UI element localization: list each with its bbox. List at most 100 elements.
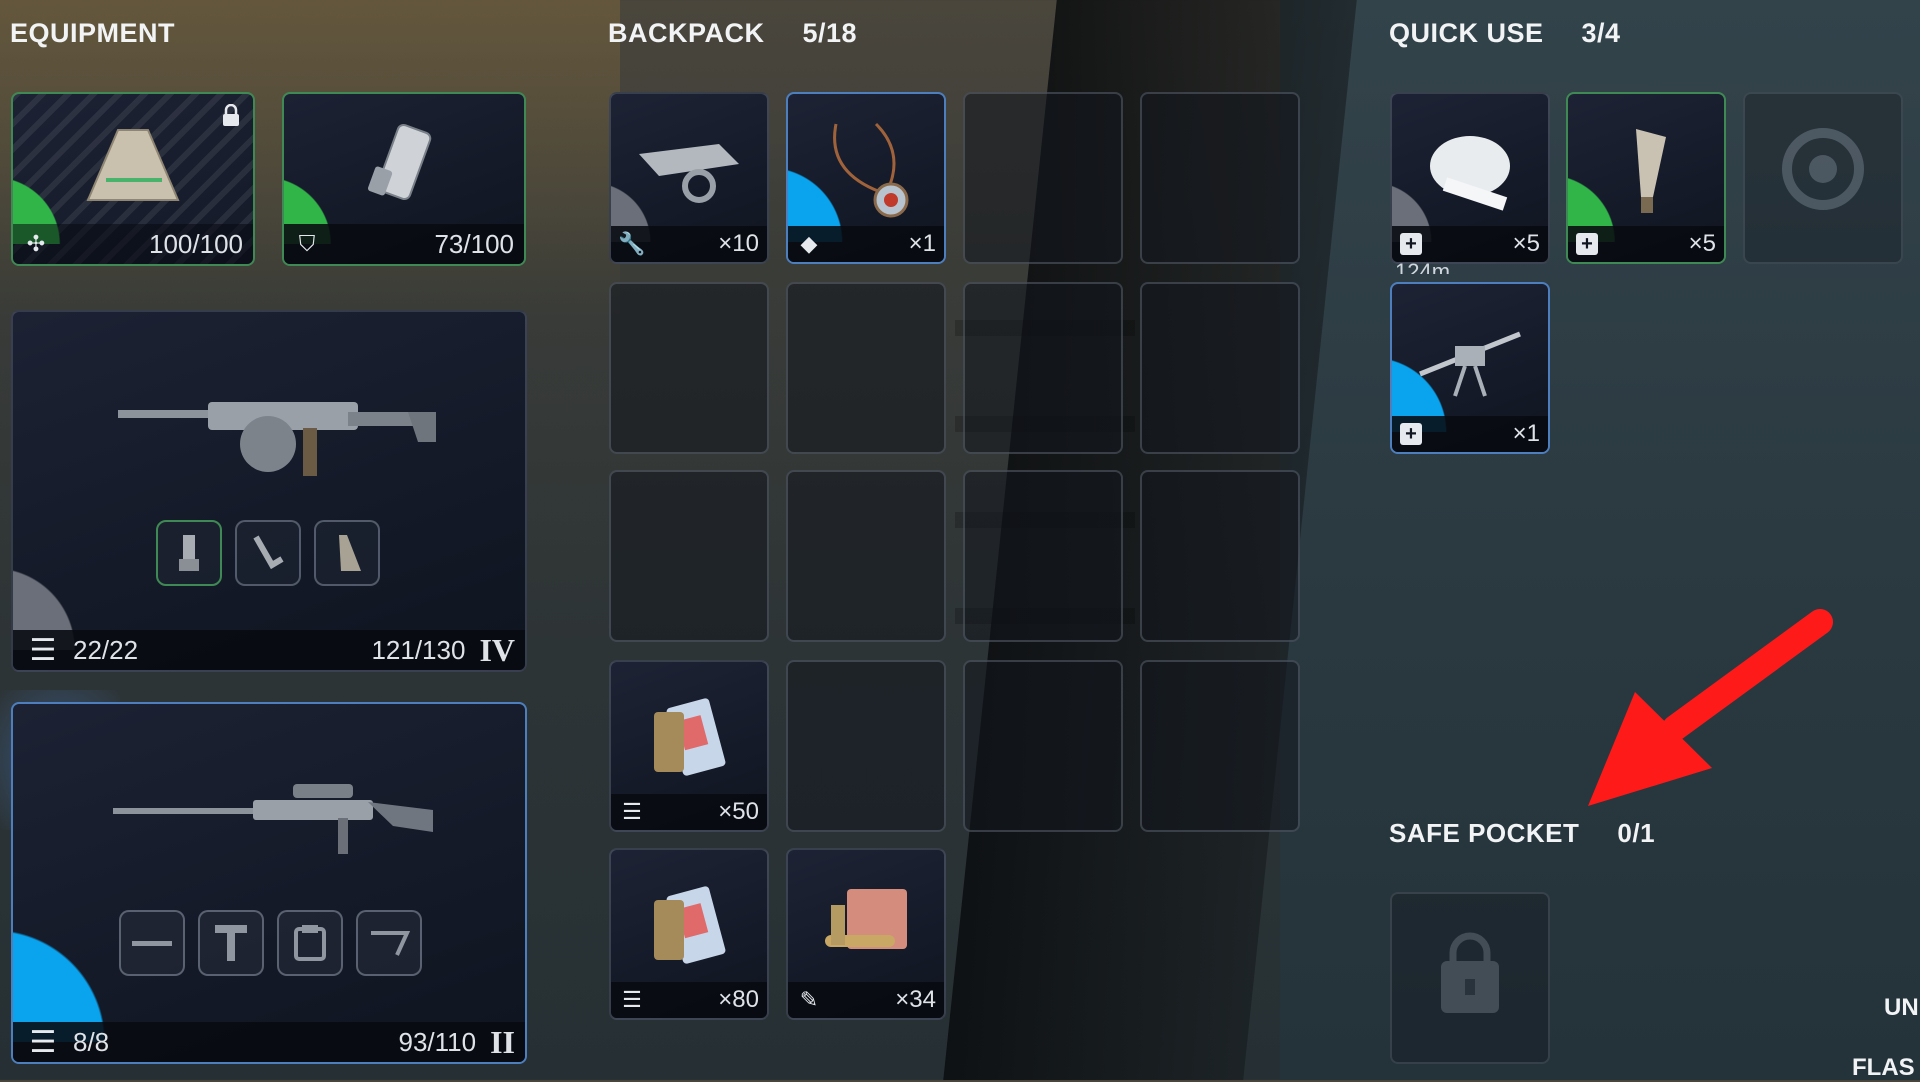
safe-pocket-header: SAFE POCKET 0/1 <box>1389 818 1655 849</box>
backpack-slot-empty[interactable] <box>786 660 946 832</box>
backpack-slot[interactable]: ☰ ×80 <box>609 848 769 1020</box>
backpack-slot-empty[interactable] <box>1140 92 1300 264</box>
backpack-slot-empty[interactable] <box>786 470 946 642</box>
item-quantity: ×50 <box>718 798 759 825</box>
quick-use-slot[interactable]: + ×5 <box>1390 92 1550 264</box>
wrench-icon: 🔧 <box>618 231 646 256</box>
attachment-slot-3[interactable] <box>314 520 380 586</box>
attachment-slot-underbarrel[interactable] <box>198 910 264 976</box>
backpack-slot[interactable]: 🔧 ×10 <box>609 92 769 264</box>
backpack-slot-empty[interactable] <box>1140 470 1300 642</box>
backpack-slot-empty[interactable] <box>609 282 769 454</box>
slot-footer: + ×5 <box>1392 226 1548 262</box>
locked-pocket-icon <box>1435 931 1505 1025</box>
secondary-weapon-footer: ☰ 8/8 93/110 II <box>13 1022 525 1062</box>
safe-pocket-slot[interactable] <box>1390 892 1550 1064</box>
quick-use-slot-empty[interactable] <box>1743 92 1903 264</box>
secondary-weapon-slot[interactable]: ☰ 8/8 93/110 II <box>11 702 527 1064</box>
heal-icon: + <box>1400 233 1422 255</box>
augment-footer: ✣ 100/100 <box>13 224 253 264</box>
backpack-slot-empty[interactable] <box>786 282 946 454</box>
slot-footer: + ×1 <box>1392 416 1548 452</box>
stock-icon <box>371 931 411 956</box>
attachment-slot-1[interactable] <box>156 520 222 586</box>
backpack-slot[interactable]: ✎ ×34 <box>786 848 946 1020</box>
heal-icon: + <box>1576 233 1598 255</box>
slot-footer: ◆ ×1 <box>788 226 944 262</box>
slot-footer: ✎ ×34 <box>788 982 944 1018</box>
quick-use-title: QUICK USE <box>1389 18 1544 48</box>
backpack-title: BACKPACK <box>608 18 765 48</box>
backpack-slot-empty[interactable] <box>963 92 1123 264</box>
item-quantity: ×80 <box>718 986 759 1013</box>
ammo-icon: ☰ <box>29 633 57 667</box>
heal-icon: + <box>1400 423 1422 445</box>
ammo-icon: ☰ <box>622 799 642 824</box>
primary-weapon-tier: IV <box>479 631 515 668</box>
pencil-icon: ✎ <box>799 987 819 1012</box>
diamond-icon: ◆ <box>800 231 818 256</box>
injector-item <box>1601 119 1691 223</box>
drone-item <box>1410 314 1530 408</box>
quick-use-header: QUICK USE 3/4 <box>1389 18 1621 49</box>
attachment-slot-2[interactable] <box>235 520 301 586</box>
empty-slot-icon <box>1778 124 1868 218</box>
attachment-slot-magazine[interactable] <box>277 910 343 976</box>
ammo-icon: ☰ <box>622 987 642 1012</box>
shield-footer: ⛉ 73/100 <box>284 224 524 264</box>
red-arrow-annotation <box>1580 600 1840 814</box>
attachment-icon <box>339 535 361 571</box>
primary-weapon-slot[interactable]: ☰ 22/22 121/130 IV <box>11 310 527 672</box>
backpack-header: BACKPACK 5/18 <box>608 18 857 49</box>
attachment-icon <box>179 535 199 571</box>
augment-icon: ✣ <box>26 231 46 256</box>
backpack-slot-empty[interactable] <box>1140 282 1300 454</box>
primary-weapon-durability: 121/130 <box>371 634 466 665</box>
item-quantity: ×5 <box>1688 230 1716 257</box>
slot-footer: ☰ ×50 <box>611 794 767 830</box>
slot-footer: ☰ ×80 <box>611 982 767 1018</box>
backpack-slot-empty[interactable] <box>609 470 769 642</box>
secondary-weapon-icon <box>113 774 443 868</box>
backpack-count: 5/18 <box>802 18 858 48</box>
underbarrel-icon <box>215 925 247 961</box>
item-quantity: ×1 <box>908 230 936 257</box>
magazine-icon <box>294 925 326 961</box>
attachment-icon <box>253 535 284 570</box>
backpack-slot-empty[interactable] <box>1140 660 1300 832</box>
safe-pocket-count: 0/1 <box>1617 818 1656 848</box>
slot-footer: + ×5 <box>1568 226 1724 262</box>
quick-use-partial-label: 124m <box>1395 259 1451 274</box>
lock-icon <box>221 103 241 132</box>
muzzle-icon <box>132 941 172 946</box>
ammo-box-item <box>634 682 744 796</box>
backpack-slot[interactable]: ☰ ×50 <box>609 660 769 832</box>
augment-slot[interactable]: ✣ 100/100 <box>11 92 255 266</box>
secondary-weapon-durability: 93/110 <box>398 1026 477 1057</box>
backpack-slot-empty[interactable] <box>963 660 1123 832</box>
backpack-slot[interactable]: ◆ ×1 <box>786 92 946 264</box>
backpack-slot-empty[interactable] <box>963 282 1123 454</box>
ammo-box-item <box>634 870 744 984</box>
quick-use-slot[interactable]: + ×5 <box>1566 92 1726 264</box>
edge-label-bottom: FLAS <box>1852 1054 1915 1081</box>
shield-slot[interactable]: ⛉ 73/100 <box>282 92 526 266</box>
secondary-weapon-ammo: 8/8 <box>73 1026 110 1057</box>
quick-use-slot[interactable]: + ×1 <box>1390 282 1550 454</box>
item-quantity: ×34 <box>895 986 936 1013</box>
amulet-item <box>806 114 926 228</box>
primary-weapon-icon <box>118 382 438 496</box>
item-quantity: ×10 <box>718 230 759 257</box>
primary-weapon-footer: ☰ 22/22 121/130 IV <box>13 630 525 670</box>
slot-footer: 🔧 ×10 <box>611 226 767 262</box>
augment-durability: 100/100 <box>149 228 243 259</box>
attachment-slot-stock[interactable] <box>356 910 422 976</box>
item-quantity: ×1 <box>1512 420 1540 447</box>
backpack-slot-empty[interactable] <box>963 470 1123 642</box>
attachment-slot-muzzle[interactable] <box>119 910 185 976</box>
safe-pocket-title: SAFE POCKET <box>1389 818 1580 848</box>
equipment-title: EQUIPMENT <box>10 18 176 48</box>
item-quantity: ×5 <box>1512 230 1540 257</box>
shield-icon: ⛉ <box>298 231 316 256</box>
shield-durability: 73/100 <box>434 228 514 259</box>
